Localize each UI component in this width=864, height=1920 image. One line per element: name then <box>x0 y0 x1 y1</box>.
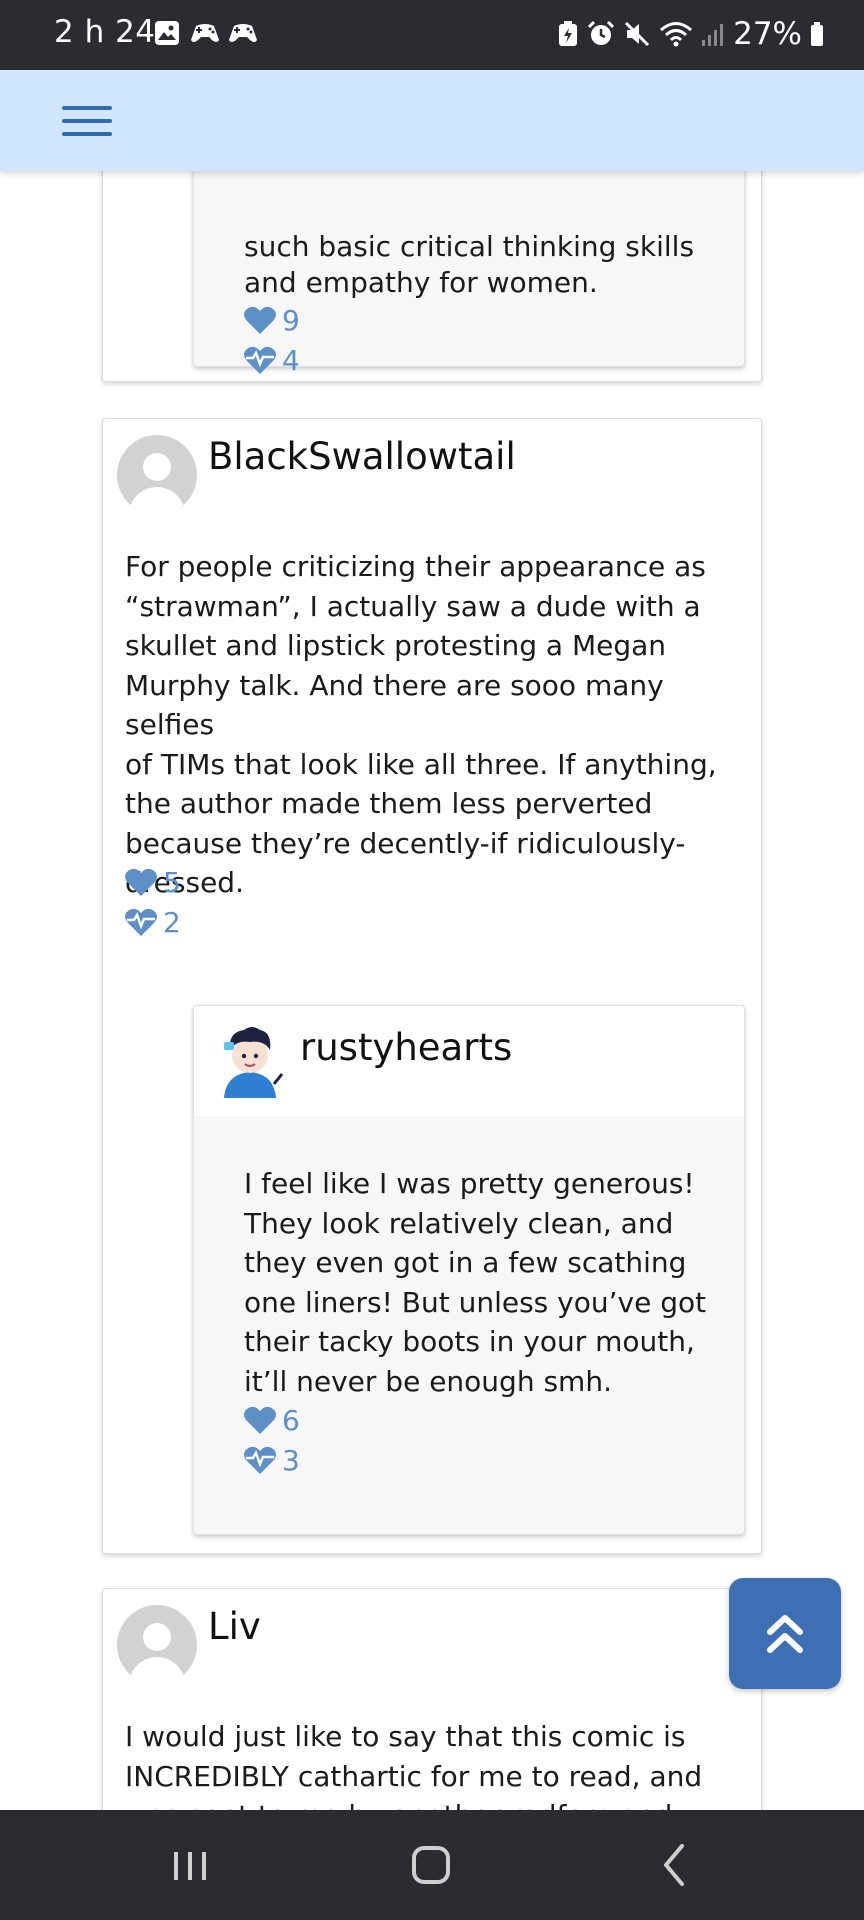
like-count-value: 6 <box>282 1403 300 1437</box>
gallery-icon <box>155 21 179 45</box>
comment-card: Liv I would just like to say that this c… <box>102 1588 762 1810</box>
system-nav-bar <box>0 1810 864 1920</box>
app-header <box>0 70 864 171</box>
heartbeat-icon <box>125 908 157 936</box>
like-count[interactable]: 9 <box>244 302 300 338</box>
heart-icon <box>244 306 276 334</box>
status-bar: 2 h 24 27% <box>0 0 864 70</box>
heart-count[interactable]: 4 <box>244 342 300 378</box>
avatar[interactable] <box>117 435 197 515</box>
like-count-value: 5 <box>163 865 181 899</box>
comment-username[interactable]: rustyhearts <box>300 1026 512 1069</box>
status-right-group: 27% <box>557 14 824 54</box>
heartbeat-icon <box>244 1446 276 1474</box>
heart-count-value: 3 <box>282 1443 300 1477</box>
battery-icon <box>811 22 823 46</box>
reply-header: rustyhearts <box>194 1006 744 1116</box>
back-icon[interactable] <box>656 1838 692 1892</box>
recent-apps-icon[interactable] <box>168 1838 212 1892</box>
reply-text-clipped: such basic critical thinking skills <box>244 230 695 263</box>
comments-feed[interactable]: such basic critical thinking skills and … <box>0 70 864 1810</box>
cartoon-avatar[interactable] <box>214 1022 286 1100</box>
heart-icon <box>244 1406 276 1434</box>
comment-text: For people criticizing their appearance … <box>125 550 717 899</box>
alarm-icon <box>588 20 615 45</box>
like-count[interactable]: 6 <box>244 1402 300 1438</box>
battery-percent: 27% <box>733 16 802 52</box>
game-controller-icon <box>229 24 257 42</box>
avatar[interactable] <box>117 1605 197 1685</box>
double-chevron-up-icon <box>767 1615 803 1653</box>
heart-icon <box>125 868 157 896</box>
heart-count[interactable]: 3 <box>244 1442 300 1478</box>
battery-saver-icon <box>559 21 578 46</box>
reply-text: I feel like I was pretty generous! They … <box>244 1167 707 1398</box>
like-count[interactable]: 5 <box>125 864 181 900</box>
heart-count[interactable]: 2 <box>125 904 181 940</box>
home-icon[interactable] <box>408 1838 456 1892</box>
reply-text: and empathy for women. <box>244 266 598 299</box>
comment-username[interactable]: BlackSwallowtail <box>208 435 516 478</box>
status-time: 2 h 24 <box>54 14 156 50</box>
reply-card: rustyhearts I feel like I was pretty gen… <box>193 1005 745 1535</box>
heart-count-value: 4 <box>282 343 300 377</box>
scroll-to-top-button[interactable] <box>729 1578 841 1689</box>
heart-count-value: 2 <box>163 905 181 939</box>
signal-icon <box>702 24 724 46</box>
wifi-icon <box>660 22 693 47</box>
comment-username[interactable]: Liv <box>208 1605 261 1648</box>
comment-text: I would just like to say that this comic… <box>125 1720 703 1810</box>
comment-card: BlackSwallowtail For people criticizing … <box>102 418 762 1554</box>
mute-icon <box>625 21 650 47</box>
game-controller-icon <box>191 24 219 42</box>
hamburger-menu-icon[interactable] <box>60 102 114 142</box>
heartbeat-icon <box>244 346 276 374</box>
like-count-value: 9 <box>282 303 300 337</box>
